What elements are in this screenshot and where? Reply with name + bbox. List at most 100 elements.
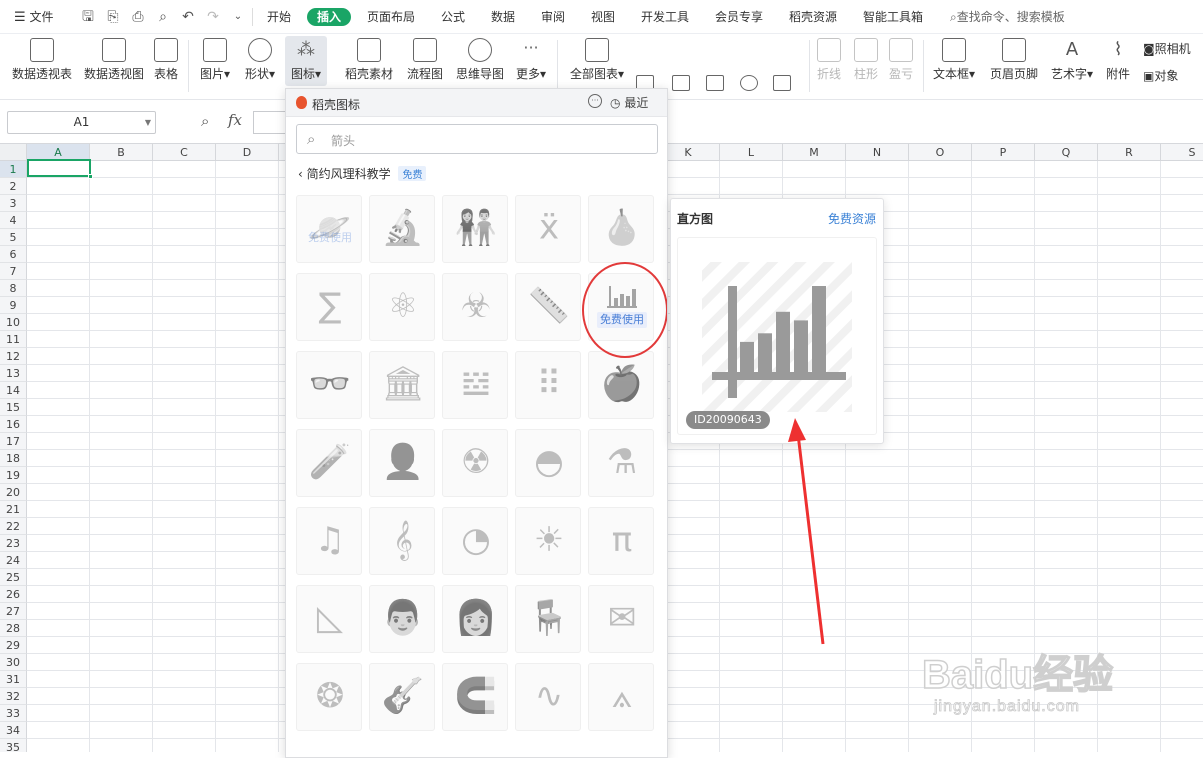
pivot-chart-button[interactable]: 数据透视图 (81, 38, 147, 82)
pivot-table-button[interactable]: 数据透视表 (9, 38, 75, 82)
icon-tile-atom[interactable]: ⚛ (369, 273, 435, 341)
column-header[interactable]: M (783, 144, 846, 161)
row-header[interactable]: 30 (0, 654, 27, 671)
all-charts-button[interactable]: 全部图表▾ (566, 38, 628, 82)
row-header[interactable]: 6 (0, 246, 27, 263)
radar-chart-icon[interactable] (740, 75, 758, 91)
icon-tile-set-square[interactable]: ◺ (296, 585, 362, 653)
icon-tile-sigma[interactable]: ∑ (296, 273, 362, 341)
column-header[interactable]: Q (1035, 144, 1098, 161)
row-header[interactable]: 22 (0, 518, 27, 535)
row-header[interactable]: 32 (0, 688, 27, 705)
more-button[interactable]: ··· 更多▾ (512, 38, 550, 82)
icon-tile-compass[interactable]: ⟑ (588, 663, 654, 731)
free-resource-link[interactable]: 免费资源 (828, 210, 876, 227)
sparkline-winloss-button[interactable]: 盈亏 (886, 38, 916, 82)
row-header[interactable]: 15 (0, 399, 27, 416)
column-header[interactable]: R (1098, 144, 1161, 161)
column-header[interactable]: O (909, 144, 972, 161)
icon-tile-student-desk[interactable]: 🪑 (515, 585, 581, 653)
customize-dropdown-icon[interactable]: ⌄ (228, 7, 248, 27)
docer-material-button[interactable]: 稻壳素材 (343, 38, 395, 82)
column-header[interactable]: N (846, 144, 909, 161)
icon-tile-flask[interactable]: ⚗ (588, 429, 654, 497)
icon-tile-protractor[interactable]: ◓ (515, 429, 581, 497)
icon-tile-magnet[interactable]: 🧲 (442, 663, 508, 731)
row-header[interactable]: 9 (0, 297, 27, 314)
icon-tile-music-book[interactable]: ♫ (296, 507, 362, 575)
tab-member[interactable]: 会员专享 (715, 8, 763, 26)
icon-tile-molecule-ring[interactable]: ❂ (296, 663, 362, 731)
row-header[interactable]: 12 (0, 348, 27, 365)
icon-tile-pillar[interactable]: 🏛 (369, 351, 435, 419)
tab-home[interactable]: 开始 (267, 8, 291, 26)
tab-page-layout[interactable]: 页面布局 (367, 8, 415, 26)
icon-tile-student-reading[interactable]: 👤 (369, 429, 435, 497)
column-header[interactable]: L (720, 144, 783, 161)
mindmap-button[interactable]: 思维导图 (454, 38, 506, 82)
icon-tile-test-tube[interactable]: 🧪 (296, 429, 362, 497)
row-header[interactable]: 34 (0, 722, 27, 739)
icon-tile-glasses[interactable]: 👓 (296, 351, 362, 419)
wordart-button[interactable]: A 艺术字▾ (1048, 38, 1096, 82)
row-header[interactable]: 19 (0, 467, 27, 484)
tab-data[interactable]: 数据 (491, 8, 515, 26)
row-header[interactable]: 3 (0, 195, 27, 212)
row-header[interactable]: 7 (0, 263, 27, 280)
name-box[interactable]: A1 ▼ (7, 111, 156, 134)
icon-button[interactable]: ⁂ 图标▾ (285, 36, 327, 86)
tab-review[interactable]: 审阅 (541, 8, 565, 26)
row-header[interactable]: 1 (0, 161, 27, 178)
row-header[interactable]: 26 (0, 586, 27, 603)
row-header[interactable]: 16 (0, 416, 27, 433)
row-header[interactable]: 14 (0, 382, 27, 399)
flowchart-button[interactable]: 流程图 (405, 38, 445, 82)
tab-smart-toolbox[interactable]: 智能工具箱 (863, 8, 923, 26)
row-header[interactable]: 31 (0, 671, 27, 688)
column-header[interactable]: S (1161, 144, 1203, 161)
chat-icon[interactable]: ··· (588, 94, 602, 108)
row-header[interactable]: 13 (0, 365, 27, 382)
icon-tile-guitar[interactable]: 🎸 (369, 663, 435, 731)
print-preview-icon[interactable]: ⌕ (153, 7, 173, 27)
icon-tile-sun[interactable]: ☀ (515, 507, 581, 575)
stock-chart-icon[interactable] (773, 75, 791, 91)
icon-tile-sine-wave[interactable]: ∿ (515, 663, 581, 731)
row-header[interactable]: 21 (0, 501, 27, 518)
row-header[interactable]: 5 (0, 229, 27, 246)
tab-docer-resources[interactable]: 稻壳资源 (789, 8, 837, 26)
command-search[interactable]: ⌕查找命令、搜索模板 (950, 8, 1065, 25)
icon-tile-abacus[interactable]: 𝍋 (442, 351, 508, 419)
tab-insert[interactable]: 插入 (307, 8, 352, 26)
icon-tile-ruler[interactable]: 📏 (515, 273, 581, 341)
category-breadcrumb[interactable]: ‹ 简约风理科教学 免费 (298, 165, 427, 182)
object-button[interactable]: ▣对象 (1143, 67, 1178, 84)
icon-tile-envelope[interactable]: ✉ (588, 585, 654, 653)
header-footer-button[interactable]: 页眉页脚 (988, 38, 1040, 82)
icon-tile-pear[interactable]: 🍐 (588, 195, 654, 263)
row-header[interactable]: 18 (0, 450, 27, 467)
row-header[interactable]: 4 (0, 212, 27, 229)
tab-developer[interactable]: 开发工具 (641, 8, 689, 26)
row-header[interactable]: 2 (0, 178, 27, 195)
icon-tile-treble-clef[interactable]: 𝄞 (369, 507, 435, 575)
table-button[interactable]: 表格 (150, 38, 182, 82)
icon-tile-chromosome[interactable]: ẍ (515, 195, 581, 263)
tab-view[interactable]: 视图 (591, 8, 615, 26)
save-icon[interactable]: 🖫 (78, 7, 98, 27)
row-header[interactable]: 33 (0, 705, 27, 722)
row-header[interactable]: 27 (0, 603, 27, 620)
undo-icon[interactable]: ↶ (178, 7, 198, 27)
icon-tile-scatter-chart[interactable]: ⠿ (515, 351, 581, 419)
icon-tile-biohazard[interactable]: ☣ (442, 273, 508, 341)
icon-tile-children[interactable]: 👫 (442, 195, 508, 263)
row-header[interactable]: 20 (0, 484, 27, 501)
icon-tile-saturn[interactable]: 🪐 免费使用 (296, 195, 362, 263)
file-menu[interactable]: ☰ 文件 (14, 8, 54, 26)
recent-button[interactable]: ◷ 最近 (610, 94, 648, 111)
row-header[interactable]: 29 (0, 637, 27, 654)
export-icon[interactable]: ⎘ (103, 7, 123, 27)
camera-button[interactable]: ◙照相机 (1143, 40, 1191, 57)
row-header[interactable]: 10 (0, 314, 27, 331)
row-header[interactable]: 35 (0, 739, 27, 752)
